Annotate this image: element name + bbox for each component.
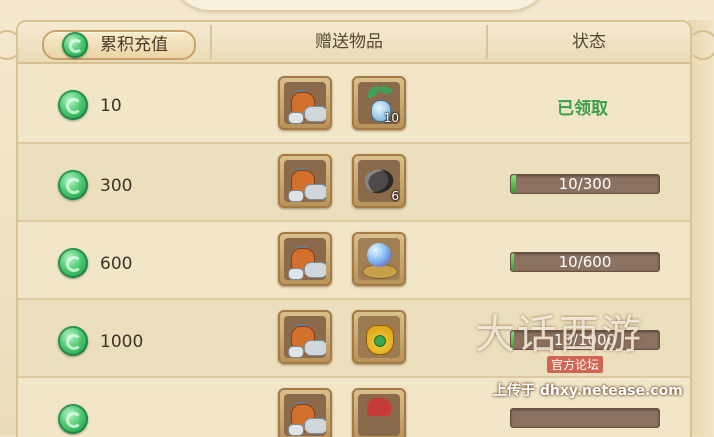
jade-currency-icon xyxy=(58,248,88,278)
table-row: 10 10 已领取 xyxy=(18,64,690,142)
reward-item-coin-bag[interactable] xyxy=(278,310,332,364)
reward-item-plant-bottle[interactable]: 10 xyxy=(352,76,406,130)
jade-currency-icon xyxy=(58,90,88,120)
jade-currency-icon xyxy=(58,404,88,434)
progress-text: 10/1000 xyxy=(553,331,617,349)
red-bag-icon xyxy=(358,394,400,436)
claimed-status: 已领取 xyxy=(557,99,608,119)
item-quantity: 10 xyxy=(383,111,399,125)
recharge-reward-window: 累积充值 赠送物品 状态 10 10 已领取 300 6 10/300 600 … xyxy=(0,0,714,437)
jade-currency-icon xyxy=(58,170,88,200)
progress-bar: 10/1000 xyxy=(510,330,660,350)
table-row: 300 6 10/300 xyxy=(18,144,690,222)
progress-text: 10/300 xyxy=(558,175,612,193)
progress-bar xyxy=(510,408,660,428)
jade-currency-icon xyxy=(58,326,88,356)
recharge-column-tab[interactable]: 累积充值 xyxy=(42,30,196,60)
reward-item-coin-bag[interactable] xyxy=(278,76,332,130)
reward-item-lucky-bag[interactable] xyxy=(352,310,406,364)
reward-item-red-bag[interactable] xyxy=(352,388,406,437)
reward-table: 累积充值 赠送物品 状态 10 10 已领取 300 6 10/300 600 … xyxy=(16,20,692,437)
recharge-amount: 600 xyxy=(100,254,133,274)
reward-item-coin-bag[interactable] xyxy=(278,388,332,437)
status-column-label: 状态 xyxy=(572,32,606,52)
progress-text: 10/600 xyxy=(558,253,612,271)
table-row: 600 10/600 xyxy=(18,222,690,300)
reward-item-coin-bag[interactable] xyxy=(278,232,332,286)
table-row xyxy=(18,378,690,437)
progress-bar: 10/600 xyxy=(510,252,660,272)
progress-bar: 10/300 xyxy=(510,174,660,194)
recharge-amount: 10 xyxy=(100,96,122,116)
coin-bag-icon xyxy=(284,316,326,358)
reward-item-crystal-orb[interactable] xyxy=(352,232,406,286)
recharge-amount: 1000 xyxy=(100,332,144,352)
lucky-bag-icon xyxy=(358,316,400,358)
reward-item-coin-bag[interactable] xyxy=(278,154,332,208)
recharge-column-label: 累积充值 xyxy=(100,35,168,55)
top-decoration xyxy=(170,0,550,10)
jade-currency-icon xyxy=(62,32,88,58)
item-quantity: 6 xyxy=(391,189,399,203)
crystal-orb-icon xyxy=(358,238,400,280)
recharge-amount: 300 xyxy=(100,176,133,196)
coin-bag-icon xyxy=(284,394,326,436)
gift-column-label: 赠送物品 xyxy=(315,32,383,52)
table-row: 1000 10/1000 xyxy=(18,300,690,378)
table-header: 累积充值 赠送物品 状态 xyxy=(18,22,690,64)
coin-bag-icon xyxy=(284,238,326,280)
reward-item-ore-stone[interactable]: 6 xyxy=(352,154,406,208)
coin-bag-icon xyxy=(284,82,326,124)
coin-bag-icon xyxy=(284,160,326,202)
